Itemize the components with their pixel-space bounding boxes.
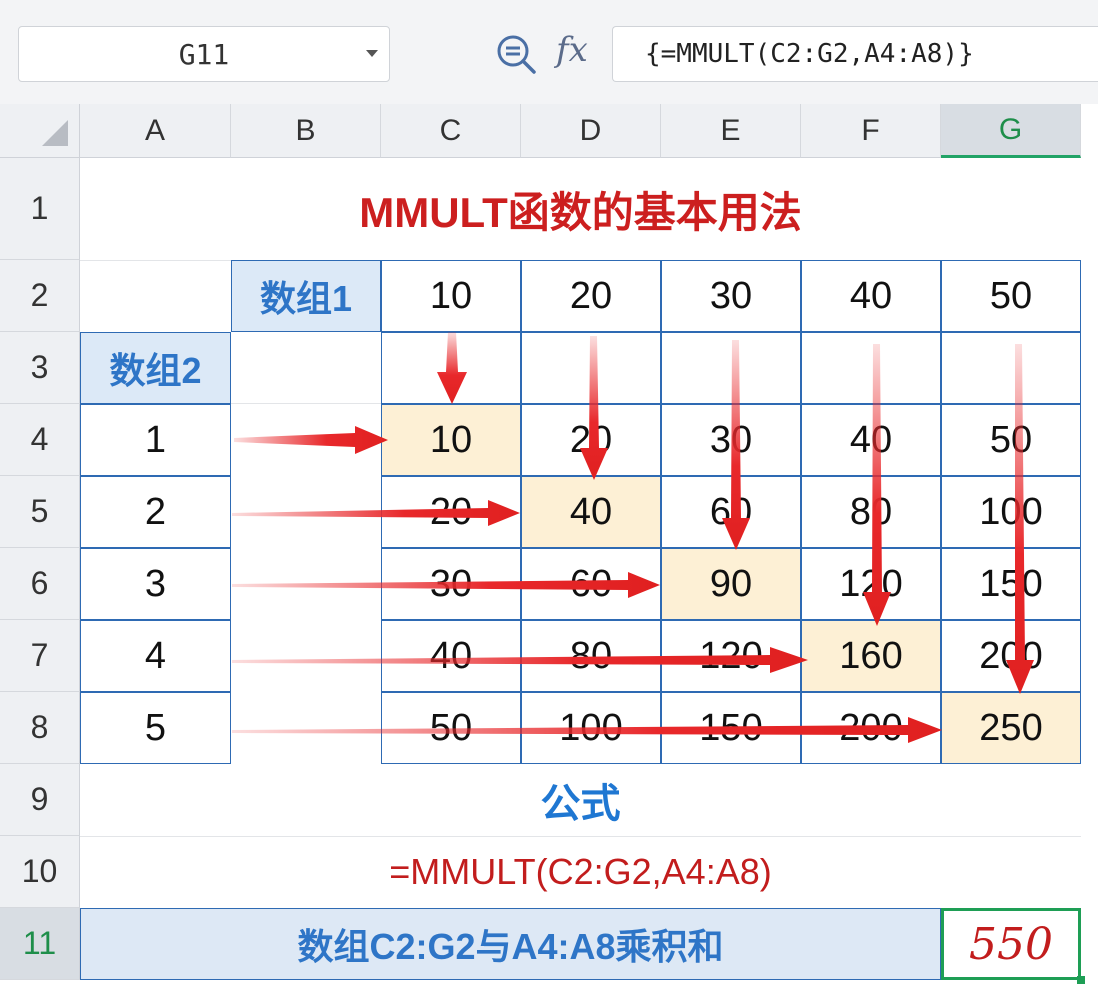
array1-cell-e2[interactable]: 30 xyxy=(661,260,801,332)
cell-c3[interactable] xyxy=(381,332,521,404)
product-cell-c8[interactable]: 50 xyxy=(381,692,521,764)
product-cell-d8[interactable]: 100 xyxy=(521,692,661,764)
product-cell-d4[interactable]: 20 xyxy=(521,404,661,476)
array2-cell-a5[interactable]: 2 xyxy=(80,476,231,548)
product-cell-e7[interactable]: 120 xyxy=(661,620,801,692)
product-cell-g7[interactable]: 200 xyxy=(941,620,1081,692)
result-label-cell[interactable]: 数组C2:G2与A4:A8乘积和 xyxy=(80,908,941,980)
array1-label-cell[interactable]: 数组1 xyxy=(231,260,381,332)
array2-cell-a6[interactable]: 3 xyxy=(80,548,231,620)
chevron-down-icon[interactable] xyxy=(366,50,378,57)
row-header-11[interactable]: 11 xyxy=(0,908,80,980)
row-header-3[interactable]: 3 xyxy=(0,332,80,404)
array1-cell-d2[interactable]: 20 xyxy=(521,260,661,332)
fx-icon[interactable]: fx xyxy=(556,30,588,70)
cell-f3[interactable] xyxy=(801,332,941,404)
cell-b3[interactable] xyxy=(231,332,381,404)
column-header-b[interactable]: B xyxy=(231,104,381,158)
formula-heading-cell[interactable]: 公式 xyxy=(80,764,1081,836)
product-cell-g6[interactable]: 150 xyxy=(941,548,1081,620)
select-all-triangle-icon xyxy=(42,120,68,146)
row-header-8[interactable]: 8 xyxy=(0,692,80,764)
result-value-cell[interactable]: 550 xyxy=(941,908,1081,980)
column-header-d[interactable]: D xyxy=(521,104,661,158)
column-header-c[interactable]: C xyxy=(381,104,521,158)
product-cell-c4[interactable]: 10 xyxy=(381,404,521,476)
product-cell-c7[interactable]: 40 xyxy=(381,620,521,692)
product-cell-f6[interactable]: 120 xyxy=(801,548,941,620)
array1-cell-f2[interactable]: 40 xyxy=(801,260,941,332)
column-header-g[interactable]: G xyxy=(941,104,1081,158)
product-cell-e8[interactable]: 150 xyxy=(661,692,801,764)
zoom-formula-icon[interactable] xyxy=(494,32,538,76)
row-header-6[interactable]: 6 xyxy=(0,548,80,620)
row-header-9[interactable]: 9 xyxy=(0,764,80,836)
product-cell-f7[interactable]: 160 xyxy=(801,620,941,692)
product-cell-g5[interactable]: 100 xyxy=(941,476,1081,548)
formula-input[interactable]: {=MMULT(C2:G2,A4:A8)} xyxy=(612,26,1098,82)
row-header-2[interactable]: 2 xyxy=(0,260,80,332)
product-cell-d7[interactable]: 80 xyxy=(521,620,661,692)
column-header-a[interactable]: A xyxy=(80,104,231,158)
product-cell-f4[interactable]: 40 xyxy=(801,404,941,476)
product-cell-c5[interactable]: 20 xyxy=(381,476,521,548)
column-header-e[interactable]: E xyxy=(661,104,801,158)
name-box[interactable]: G11 xyxy=(18,26,390,82)
array1-cell-c2[interactable]: 10 xyxy=(381,260,521,332)
product-cell-f8[interactable]: 200 xyxy=(801,692,941,764)
product-cell-e6[interactable]: 90 xyxy=(661,548,801,620)
column-header-f[interactable]: F xyxy=(801,104,941,158)
sheet-title-cell[interactable]: MMULT函数的基本用法 xyxy=(80,158,1081,260)
row-header-1[interactable]: 1 xyxy=(0,158,80,260)
row-header-10[interactable]: 10 xyxy=(0,836,80,908)
row-header-7[interactable]: 7 xyxy=(0,620,80,692)
array2-label-cell[interactable]: 数组2 xyxy=(80,332,231,404)
array2-cell-a8[interactable]: 5 xyxy=(80,692,231,764)
product-cell-f5[interactable]: 80 xyxy=(801,476,941,548)
fill-handle[interactable] xyxy=(1077,976,1085,984)
array1-cell-g2[interactable]: 50 xyxy=(941,260,1081,332)
cell-b4-b8[interactable] xyxy=(231,404,381,764)
array2-cell-a4[interactable]: 1 xyxy=(80,404,231,476)
product-cell-d5[interactable]: 40 xyxy=(521,476,661,548)
select-all-button[interactable] xyxy=(0,104,80,158)
row-header-4[interactable]: 4 xyxy=(0,404,80,476)
product-cell-e5[interactable]: 60 xyxy=(661,476,801,548)
product-cell-e4[interactable]: 30 xyxy=(661,404,801,476)
cell-g3[interactable] xyxy=(941,332,1081,404)
cell-d3[interactable] xyxy=(521,332,661,404)
array2-cell-a7[interactable]: 4 xyxy=(80,620,231,692)
product-cell-g8[interactable]: 250 xyxy=(941,692,1081,764)
cell-e3[interactable] xyxy=(661,332,801,404)
row-header-5[interactable]: 5 xyxy=(0,476,80,548)
product-cell-g4[interactable]: 50 xyxy=(941,404,1081,476)
formula-text-cell[interactable]: =MMULT(C2:G2,A4:A8) xyxy=(80,836,1081,908)
product-cell-d6[interactable]: 60 xyxy=(521,548,661,620)
product-cell-c6[interactable]: 30 xyxy=(381,548,521,620)
